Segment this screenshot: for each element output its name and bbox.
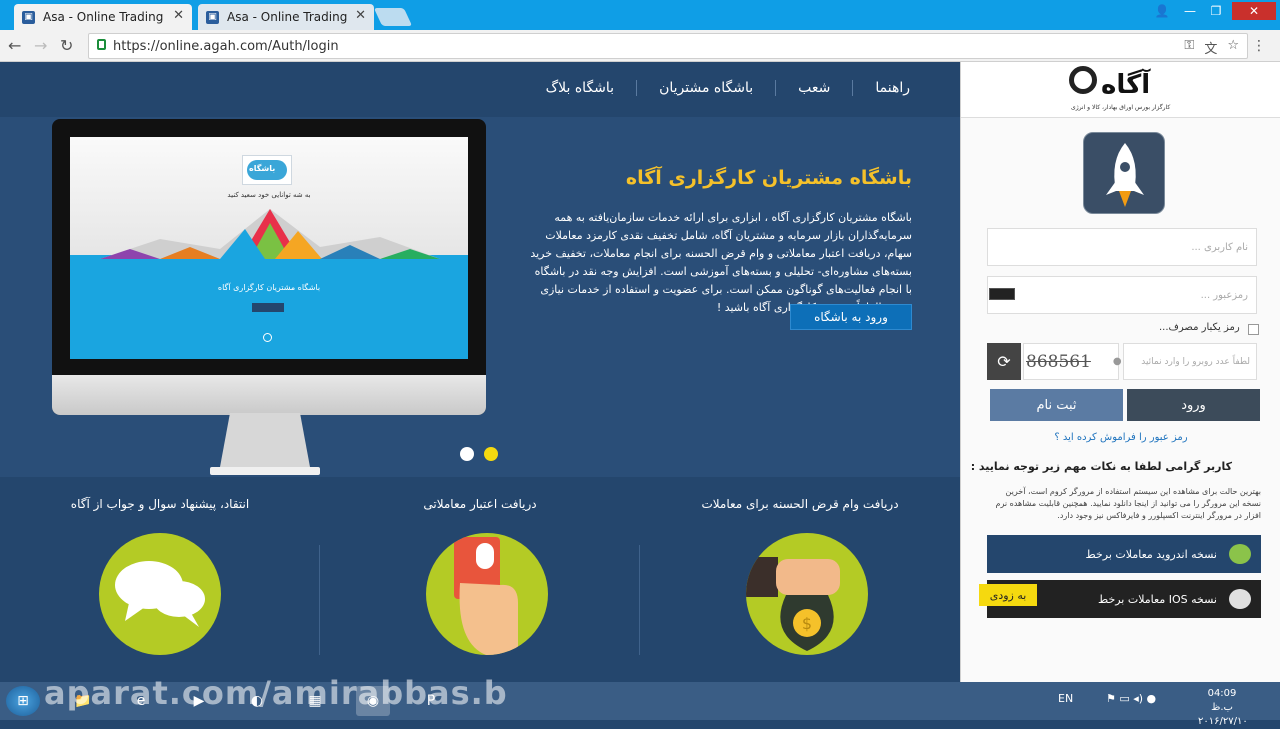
rocket-app-icon (1083, 132, 1165, 214)
screen-title: باشگاه مشتریان کارگزاری آگاه (217, 283, 321, 292)
svg-text:$: $ (802, 614, 812, 633)
slider-dot-2[interactable] (484, 447, 498, 461)
feature-credit[interactable]: دریافت اعتبار معاملاتی (320, 477, 640, 682)
video-watermark: aparat.com/amirabbas.b (44, 674, 508, 712)
window-close-button[interactable]: ✕ (1232, 2, 1276, 20)
nav-link-customer-club[interactable]: باشگاه مشتریان (636, 80, 775, 96)
android-download-button[interactable]: نسخه اندروید معاملات برخط (987, 535, 1261, 573)
user-profile-icon[interactable]: 👤 (1148, 2, 1176, 20)
feature-loan[interactable]: دریافت وام قرض الحسنه برای معاملات $ (640, 477, 960, 682)
main-content: راهنما شعب باشگاه مشتریان باشگاه بلاگ با… (0, 62, 960, 682)
login-sidebar: آگاه کارگزار بورس اوراق بهادار، کالا و ا… (960, 62, 1280, 682)
captcha-image: 868561 ● (1023, 343, 1122, 380)
feature-title: دریافت وام قرض الحسنه برای معاملات (701, 497, 899, 511)
club-logo: باشگاه (242, 155, 292, 185)
bookmark-star-icon[interactable]: ☆ (1227, 38, 1239, 57)
address-bar[interactable]: https://online.agah.com/Auth/login ⚿ 文 ☆ (88, 33, 1248, 59)
captcha-code: 868561 (1026, 351, 1091, 372)
new-tab-button[interactable] (373, 8, 413, 26)
forward-icon[interactable]: → (34, 36, 47, 55)
language-indicator[interactable]: EN (1058, 692, 1073, 705)
username-input[interactable]: نام کاربری ... (987, 228, 1257, 266)
brand-name: آگاه (1101, 70, 1151, 100)
hero-slider: باشگاه به شه توانایی خود سعید کنید باشگا… (0, 117, 960, 477)
monitor-illustration: باشگاه به شه توانایی خود سعید کنید باشگا… (52, 119, 486, 415)
tab-title: Asa - Online Trading (43, 10, 164, 24)
browser-menu-icon[interactable]: ⋮ (1252, 38, 1266, 54)
secure-lock-icon (97, 39, 106, 50)
maximize-button[interactable]: ❐ (1202, 2, 1230, 20)
tab-close-icon[interactable]: ✕ (355, 8, 366, 23)
ios-download-label: نسخه IOS معاملات برخط (1098, 592, 1217, 606)
start-button[interactable]: ⊞ (6, 686, 40, 716)
coming-soon-badge: به زودی (979, 584, 1037, 606)
mountain-graphic (100, 209, 440, 259)
nav-link-branches[interactable]: شعب (775, 80, 852, 96)
site-favicon-icon: ▣ (22, 10, 35, 24)
feature-title: دریافت اعتبار معاملاتی (423, 497, 537, 511)
captcha-placeholder: لطفاً عدد روبرو را وارد نمائید (1141, 356, 1250, 367)
site-favicon-icon: ▣ (206, 10, 219, 24)
notice-body: بهترین حالت برای مشاهده این سیستم استفاد… (995, 487, 1262, 520)
screen-info-icon (263, 333, 272, 342)
browser-toolbar: ← → ↻ https://online.agah.com/Auth/login… (0, 30, 1280, 62)
tab-close-icon[interactable]: ✕ (173, 8, 184, 23)
apple-icon (1229, 589, 1251, 609)
key-icon[interactable]: ⚿ (1184, 38, 1194, 57)
chat-bubbles-icon (99, 533, 221, 655)
enter-club-button[interactable]: ورود به باشگاه (790, 304, 912, 330)
clock-time: 04:09 ب.ظ (1207, 688, 1237, 713)
captcha-refresh-icon[interactable]: ⟳ (987, 343, 1021, 380)
password-input[interactable]: رمزعبور ... (987, 276, 1257, 314)
screen-button (252, 303, 284, 312)
minimize-button[interactable]: — (1176, 2, 1204, 20)
android-icon (1229, 544, 1251, 564)
captcha-audio-icon[interactable]: ● (1113, 356, 1122, 367)
forgot-password-link[interactable]: رمز عبور را فراموش کرده اید ؟ (961, 432, 1280, 443)
browser-tab-bar: ▣ Asa - Online Trading ✕ ▣ Asa - Online … (0, 0, 1280, 30)
coin-bag-icon: $ (746, 533, 868, 655)
feature-feedback[interactable]: انتقاد، پیشنهاد سوال و جواب از آگاه (0, 477, 320, 682)
captcha-input[interactable]: لطفاً عدد روبرو را وارد نمائید (1123, 343, 1257, 380)
hero-description: باشگاه مشتریان کارگزاری آگاه ، ابزاری بر… (530, 211, 912, 314)
back-icon[interactable]: ← (8, 36, 21, 55)
otp-checkbox[interactable] (1248, 324, 1259, 335)
reload-icon[interactable]: ↻ (60, 36, 73, 55)
android-download-label: نسخه اندروید معاملات برخط (1085, 547, 1217, 561)
username-placeholder: نام کاربری ... (1191, 241, 1248, 253)
monitor-stand (210, 413, 320, 475)
browser-tab-inactive[interactable]: ▣ Asa - Online Trading ✕ (198, 4, 374, 30)
register-button[interactable]: ثبت نام (990, 389, 1123, 421)
taskbar-clock[interactable]: 04:09 ب.ظ ۲۰۱۶/۲۷/۱۰ (1198, 687, 1248, 729)
nav-link-help[interactable]: راهنما (852, 80, 932, 96)
feature-title: انتقاد، پیشنهاد سوال و جواب از آگاه (70, 497, 250, 511)
system-tray-icons[interactable]: ⚑ ▭ ◂) ● (1106, 692, 1156, 705)
screen-tagline: به شه توانایی خود سعید کنید (227, 191, 311, 199)
password-placeholder: رمزعبور ... (1200, 289, 1248, 301)
brand-subtitle: کارگزار بورس اوراق بهادار، کالا و انرژی (1071, 104, 1171, 111)
hero-title: باشگاه مشتریان کارگزاری آگاه (625, 167, 912, 189)
translate-icon[interactable]: 文 (1204, 38, 1217, 57)
agah-logo-icon (1069, 66, 1097, 94)
clock-date: ۲۰۱۶/۲۷/۱۰ (1198, 716, 1248, 727)
notice-title: کاربر گرامی لطفا به نکات مهم زیر توجه نم… (970, 460, 1232, 473)
login-button[interactable]: ورود (1127, 389, 1260, 421)
url-text: https://online.agah.com/Auth/login (113, 38, 339, 54)
browser-tab-active[interactable]: ▣ Asa - Online Trading ✕ (14, 4, 192, 30)
agah-logo: آگاه کارگزار بورس اوراق بهادار، کالا و ا… (961, 62, 1280, 118)
tab-title: Asa - Online Trading (227, 10, 348, 24)
top-navigation: راهنما شعب باشگاه مشتریان باشگاه بلاگ (524, 80, 932, 96)
slider-dot-1[interactable] (460, 447, 474, 461)
nav-link-club-blog[interactable]: باشگاه بلاگ (524, 80, 636, 96)
virtual-keyboard-icon[interactable] (989, 288, 1015, 300)
monitor-screen: باشگاه به شه توانایی خود سعید کنید باشگا… (70, 137, 468, 359)
features-section: دریافت وام قرض الحسنه برای معاملات $ دری… (0, 477, 960, 682)
monitor-chin (52, 375, 486, 415)
otp-label: رمز یکبار مصرف... (1159, 322, 1240, 333)
credit-card-icon (426, 533, 548, 655)
